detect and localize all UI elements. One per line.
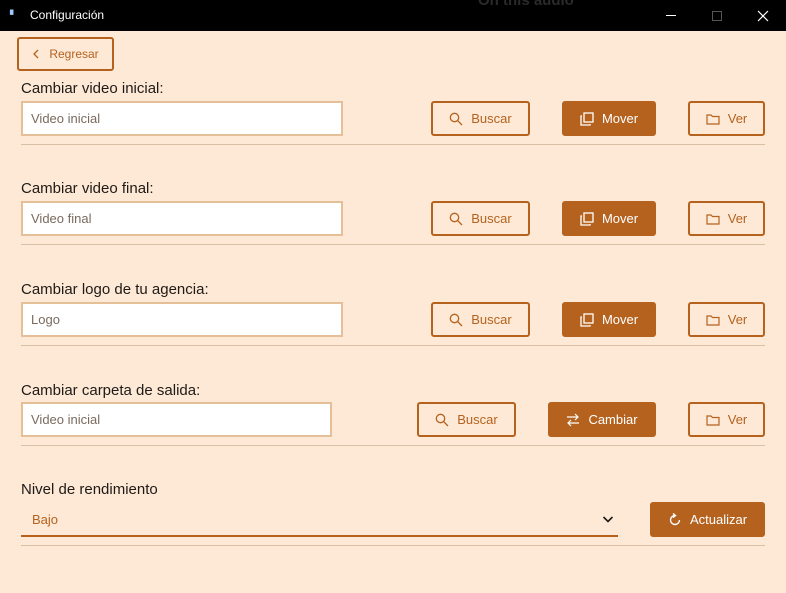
start-video-view-button[interactable]: Ver bbox=[688, 101, 765, 136]
section-label-agency-logo: Cambiar logo de tu agencia: bbox=[21, 281, 209, 298]
end-video-input[interactable] bbox=[21, 201, 343, 236]
background-window-text: On this audio bbox=[478, 0, 574, 9]
start-video-move-button[interactable]: Mover bbox=[562, 101, 656, 136]
start-video-search-button[interactable]: Buscar bbox=[431, 101, 530, 136]
performance-label: Nivel de rendimiento bbox=[21, 481, 158, 498]
end-video-move-button[interactable]: Mover bbox=[562, 201, 656, 236]
maximize-button[interactable] bbox=[694, 0, 740, 31]
chevron-left-icon bbox=[33, 49, 39, 59]
section-label-output-folder: Cambiar carpeta de salida: bbox=[21, 382, 201, 399]
close-icon bbox=[757, 10, 769, 21]
back-button-label: Regresar bbox=[49, 47, 99, 61]
copy-icon bbox=[580, 312, 594, 327]
refresh-icon bbox=[669, 512, 681, 525]
app-icon: ▘ bbox=[10, 10, 17, 20]
search-icon bbox=[449, 212, 463, 225]
view-button-label: Ver bbox=[727, 412, 748, 427]
search-button-label: Buscar bbox=[471, 211, 512, 226]
search-icon bbox=[449, 112, 463, 125]
window-title: Configuración bbox=[30, 8, 105, 22]
folder-icon bbox=[706, 113, 720, 125]
output-folder-change-button[interactable]: Cambiar bbox=[548, 402, 656, 437]
section-label-start-video: Cambiar video inicial: bbox=[21, 80, 164, 97]
search-button-label: Buscar bbox=[471, 312, 512, 327]
section-label-end-video: Cambiar video final: bbox=[21, 180, 154, 197]
output-folder-view-button[interactable]: Ver bbox=[688, 402, 765, 437]
performance-select[interactable]: Bajo bbox=[21, 503, 618, 537]
performance-selected-value: Bajo bbox=[32, 511, 59, 527]
view-button-label: Ver bbox=[727, 211, 748, 226]
move-button-label: Mover bbox=[601, 111, 639, 126]
folder-icon bbox=[706, 414, 720, 426]
swap-icon bbox=[567, 413, 580, 426]
chevron-down-icon bbox=[602, 516, 614, 523]
divider bbox=[21, 545, 765, 546]
title-bar: ▘ Configuración On this audio bbox=[0, 0, 786, 31]
output-folder-input[interactable] bbox=[21, 402, 332, 437]
end-video-search-button[interactable]: Buscar bbox=[431, 201, 530, 236]
agency-logo-view-button[interactable]: Ver bbox=[688, 302, 765, 337]
divider bbox=[21, 445, 765, 446]
divider bbox=[21, 244, 765, 245]
maximize-icon bbox=[712, 10, 722, 21]
agency-logo-move-button[interactable]: Mover bbox=[562, 302, 656, 337]
view-button-label: Ver bbox=[727, 111, 748, 126]
end-video-view-button[interactable]: Ver bbox=[688, 201, 765, 236]
copy-icon bbox=[580, 111, 594, 126]
move-button-label: Mover bbox=[601, 211, 639, 226]
output-folder-search-button[interactable]: Buscar bbox=[417, 402, 516, 437]
move-button-label: Mover bbox=[601, 312, 639, 327]
back-button[interactable]: Regresar bbox=[17, 37, 114, 71]
update-button-label: Actualizar bbox=[689, 512, 748, 527]
view-button-label: Ver bbox=[727, 312, 748, 327]
search-button-label: Buscar bbox=[457, 412, 498, 427]
agency-logo-search-button[interactable]: Buscar bbox=[431, 302, 530, 337]
agency-logo-input[interactable] bbox=[21, 302, 343, 337]
close-button[interactable] bbox=[740, 0, 786, 31]
search-icon bbox=[435, 413, 449, 426]
folder-icon bbox=[706, 213, 720, 225]
minimize-button[interactable] bbox=[648, 0, 694, 31]
change-button-label: Cambiar bbox=[588, 412, 638, 427]
search-button-label: Buscar bbox=[471, 111, 512, 126]
update-button[interactable]: Actualizar bbox=[650, 502, 765, 537]
divider bbox=[21, 345, 765, 346]
start-video-input[interactable] bbox=[21, 101, 343, 136]
minimize-icon bbox=[666, 15, 676, 16]
divider bbox=[21, 144, 765, 145]
search-icon bbox=[449, 313, 463, 326]
copy-icon bbox=[580, 211, 594, 226]
folder-icon bbox=[706, 314, 720, 326]
